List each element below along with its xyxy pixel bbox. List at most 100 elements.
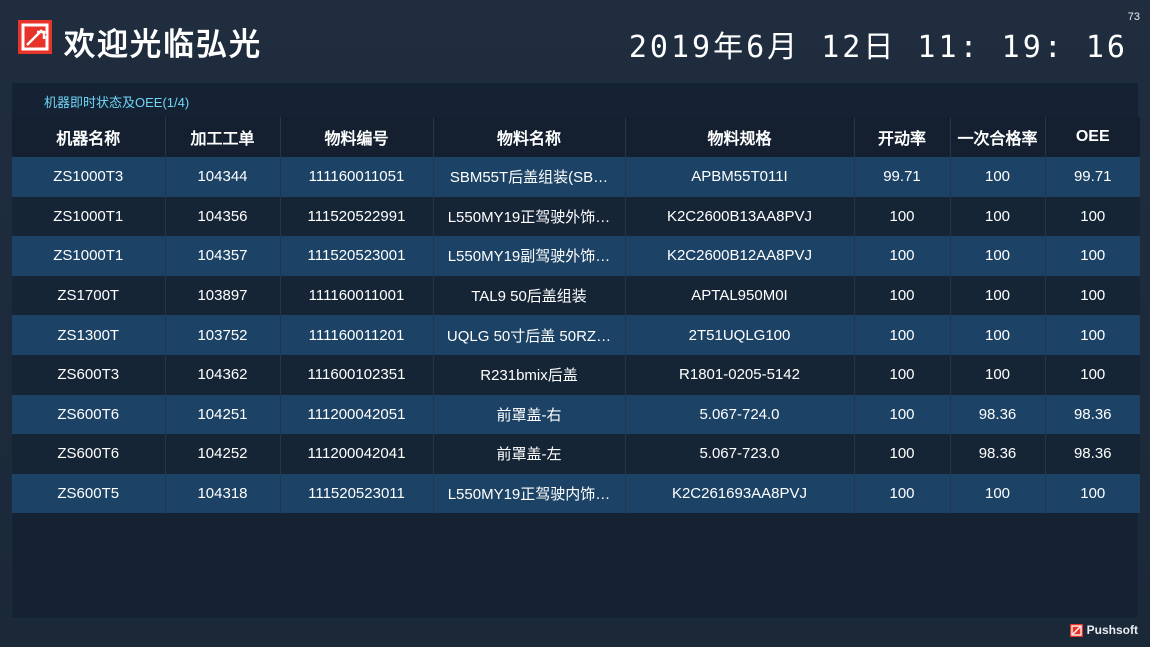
cell-material-name: 前罩盖-右 — [433, 394, 626, 435]
table-header-row: 机器名称 加工工单 物料编号 物料名称 物料规格 开动率 一次合格率 OEE — [12, 117, 1140, 157]
table-row: ZS1300T 103752 111160011201 UQLG 50寸后盖 50RZ… — [12, 315, 1140, 355]
cell-material-code: 111160011001 — [280, 275, 434, 316]
table-row: ZS1000T1 104356 111520522991 L550MY19正驾驶外饰…… — [12, 196, 1140, 237]
table-row: ZS600T6 104252 111200042041 前罩盖-左 5.067-723.… — [12, 434, 1140, 474]
cell-material-code: 111600102351 — [280, 354, 434, 395]
cell-machine-name: ZS1300T — [12, 315, 166, 355]
cell-material-spec: K2C261693AA8PVJ — [625, 473, 855, 514]
cell-material-code: 111200042041 — [280, 434, 434, 474]
table-row: ZS1000T3 104344 111160011051 SBM55T后盖组装(SB…… — [12, 157, 1140, 197]
column-header-material-code: 物料编号 — [280, 117, 434, 157]
page-title: 欢迎光临弘光 — [64, 27, 262, 63]
cell-first-pass-yield: 100 — [950, 315, 1046, 355]
cell-work-order: 103752 — [165, 315, 281, 355]
cell-utilization-rate: 100 — [854, 236, 951, 276]
cell-work-order: 103897 — [165, 275, 281, 316]
cell-utilization-rate: 100 — [854, 275, 951, 316]
column-header-first-pass-yield: 一次合格率 — [950, 117, 1046, 157]
table-body: ZS1000T3 104344 111160011051 SBM55T后盖组装(SB…… — [12, 157, 1140, 514]
cell-material-spec: K2C2600B13AA8PVJ — [625, 196, 855, 237]
cell-first-pass-yield: 98.36 — [950, 394, 1046, 435]
cell-first-pass-yield: 100 — [950, 473, 1046, 514]
cell-machine-name: ZS1700T — [12, 275, 166, 316]
table-row: ZS1000T1 104357 111520523001 L550MY19副驾驶外饰…… — [12, 236, 1140, 276]
cell-oee: 100 — [1045, 236, 1140, 276]
cell-utilization-rate: 100 — [854, 434, 951, 474]
cell-machine-name: ZS600T5 — [12, 473, 166, 514]
cell-material-name: L550MY19副驾驶外饰… — [433, 236, 626, 276]
cell-material-spec: APTAL950M0I — [625, 275, 855, 316]
cell-oee: 100 — [1045, 275, 1140, 316]
datetime-clock: 2019年6月 12日 11: 19: 16 — [628, 30, 1128, 65]
cell-material-spec: 2T51UQLG100 — [625, 315, 855, 355]
column-header-work-order: 加工工单 — [165, 117, 281, 157]
header-bar: 欢迎光临弘光 2019年6月 12日 11: 19: 16 73 — [0, 0, 1150, 80]
cell-oee: 100 — [1045, 315, 1140, 355]
cell-oee: 100 — [1045, 354, 1140, 395]
cell-first-pass-yield: 100 — [950, 157, 1046, 197]
cell-material-spec: APBM55T011I — [625, 157, 855, 197]
cell-machine-name: ZS1000T1 — [12, 196, 166, 237]
table-row: ZS600T6 104251 111200042051 前罩盖-右 5.067-724.… — [12, 394, 1140, 435]
dashboard-page: 欢迎光临弘光 2019年6月 12日 11: 19: 16 73 机器即时状态及… — [0, 0, 1150, 647]
cell-utilization-rate: 100 — [854, 315, 951, 355]
cell-machine-name: ZS600T6 — [12, 394, 166, 435]
machine-status-table: 机器名称 加工工单 物料编号 物料名称 物料规格 开动率 一次合格率 OEE ZS1000T3… — [12, 117, 1140, 514]
cell-work-order: 104251 — [165, 394, 281, 435]
panel-title: 机器即时状态及OEE(1/4) — [44, 95, 190, 110]
cell-machine-name: ZS600T6 — [12, 434, 166, 474]
cell-oee: 100 — [1045, 473, 1140, 514]
cell-material-code: 111520522991 — [280, 196, 434, 237]
table-row: ZS600T5 104318 111520523011 L550MY19正驾驶内饰… K… — [12, 473, 1140, 514]
cell-first-pass-yield: 100 — [950, 354, 1046, 395]
column-header-utilization-rate: 开动率 — [854, 117, 951, 157]
cell-utilization-rate: 99.71 — [854, 157, 951, 197]
cell-oee: 98.36 — [1045, 394, 1140, 435]
footer-brand: Pushsoft — [1069, 623, 1138, 637]
cell-material-spec: 5.067-724.0 — [625, 394, 855, 435]
cell-work-order: 104356 — [165, 196, 281, 237]
cell-material-name: 前罩盖-左 — [433, 434, 626, 474]
cell-oee: 100 — [1045, 196, 1140, 237]
cell-first-pass-yield: 100 — [950, 236, 1046, 276]
cell-utilization-rate: 100 — [854, 473, 951, 514]
column-header-oee: OEE — [1045, 117, 1140, 157]
cell-material-spec: 5.067-723.0 — [625, 434, 855, 474]
brand-logo-icon — [18, 20, 52, 54]
cell-machine-name: ZS1000T1 — [12, 236, 166, 276]
cell-work-order: 104252 — [165, 434, 281, 474]
cell-oee: 99.71 — [1045, 157, 1140, 197]
brand-mini-logo-icon — [1069, 623, 1083, 637]
cell-material-name: L550MY19正驾驶外饰… — [433, 196, 626, 237]
cell-first-pass-yield: 100 — [950, 196, 1046, 237]
cell-material-name: UQLG 50寸后盖 50RZ… — [433, 315, 626, 355]
cell-material-spec: K2C2600B12AA8PVJ — [625, 236, 855, 276]
cell-material-spec: R1801-0205-5142 — [625, 354, 855, 395]
cell-material-name: SBM55T后盖组装(SB… — [433, 157, 626, 197]
column-header-machine-name: 机器名称 — [12, 117, 166, 157]
column-header-material-spec: 物料规格 — [625, 117, 855, 157]
cell-work-order: 104318 — [165, 473, 281, 514]
cell-material-name: TAL9 50后盖组装 — [433, 275, 626, 316]
column-header-material-name: 物料名称 — [433, 117, 626, 157]
cell-material-code: 111160011201 — [280, 315, 434, 355]
cell-material-code: 111200042051 — [280, 394, 434, 435]
cell-material-name: R231bmix后盖 — [433, 354, 626, 395]
brand-name: Pushsoft — [1086, 623, 1138, 637]
page-counter: 73 — [1127, 11, 1140, 23]
cell-work-order: 104362 — [165, 354, 281, 395]
cell-utilization-rate: 100 — [854, 394, 951, 435]
cell-machine-name: ZS1000T3 — [12, 157, 166, 197]
cell-utilization-rate: 100 — [854, 354, 951, 395]
cell-material-code: 111520523011 — [280, 473, 434, 514]
cell-material-name: L550MY19正驾驶内饰… — [433, 473, 626, 514]
table-row: ZS1700T 103897 111160011001 TAL9 50后盖组装 APTA… — [12, 275, 1140, 316]
cell-utilization-rate: 100 — [854, 196, 951, 237]
cell-machine-name: ZS600T3 — [12, 354, 166, 395]
cell-first-pass-yield: 98.36 — [950, 434, 1046, 474]
cell-oee: 98.36 — [1045, 434, 1140, 474]
cell-first-pass-yield: 100 — [950, 275, 1046, 316]
cell-material-code: 111520523001 — [280, 236, 434, 276]
machine-status-panel: 机器即时状态及OEE(1/4) 机器名称 加工工单 物料编号 物料名称 物料规格 开动率一… — [11, 82, 1140, 619]
cell-work-order: 104357 — [165, 236, 281, 276]
